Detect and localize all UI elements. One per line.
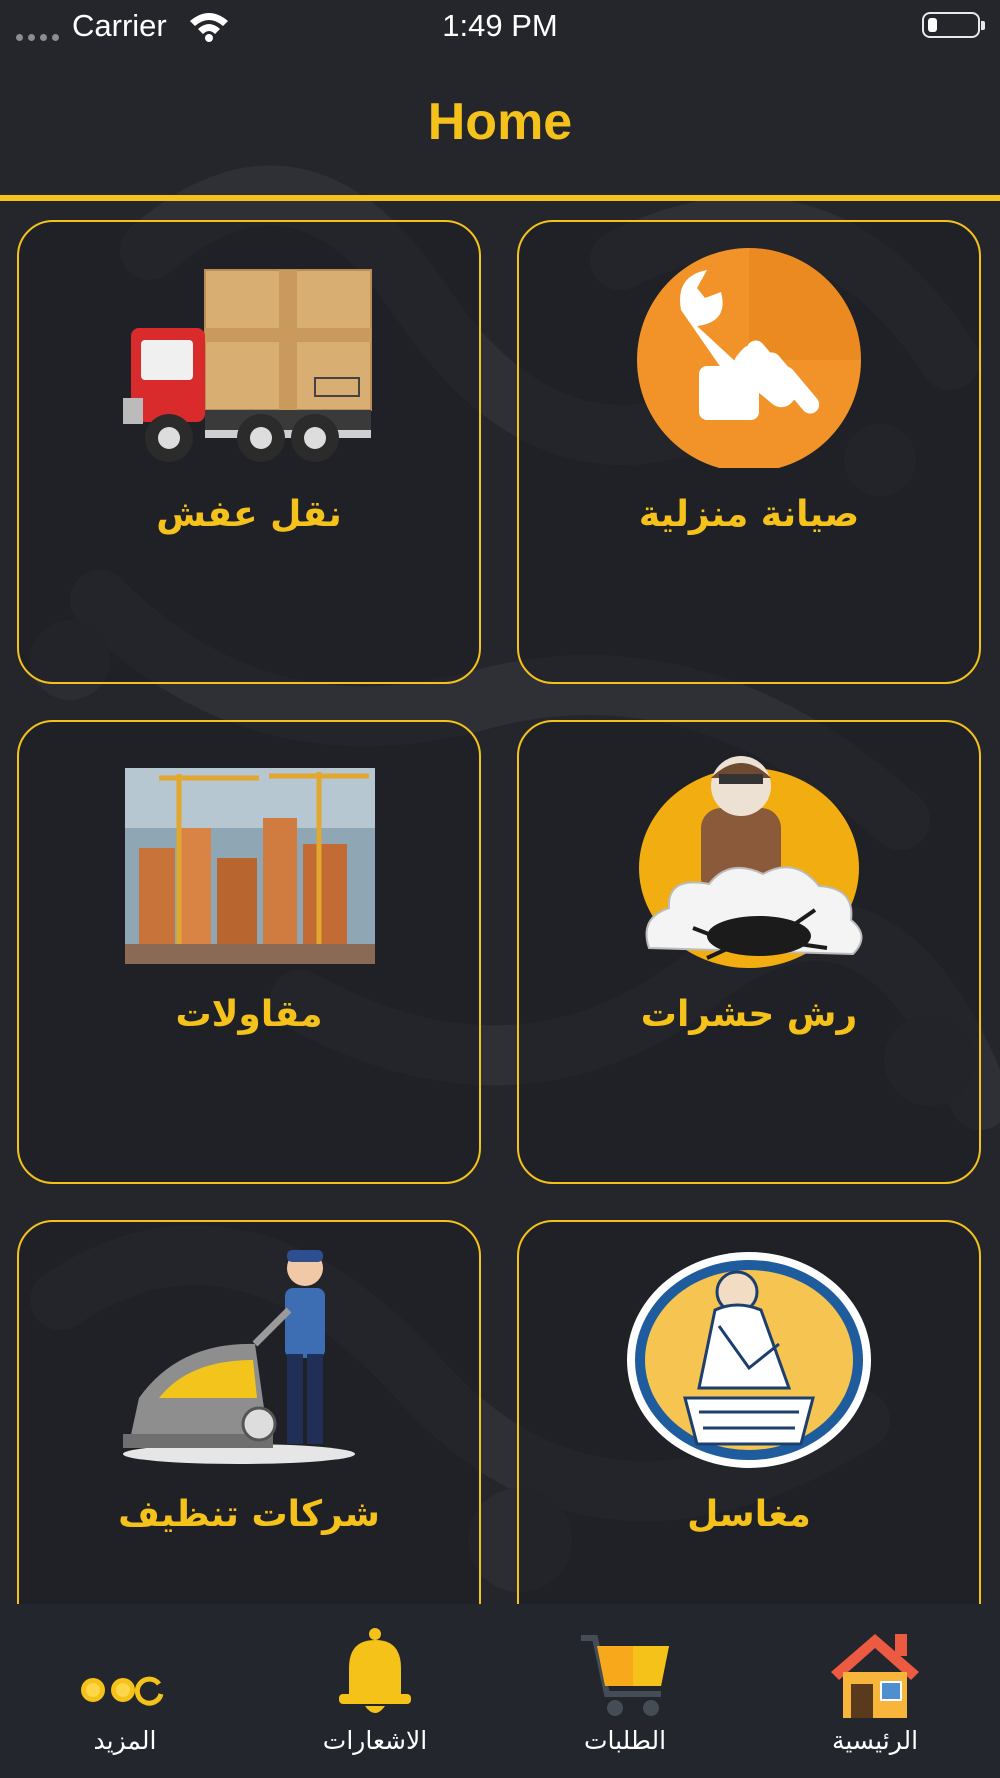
service-label: صيانة منزلية <box>638 494 860 535</box>
tab-label: الاشعارات <box>322 1726 428 1755</box>
laundry-icon <box>627 1252 871 1468</box>
service-card-contracting[interactable]: مقاولات <box>17 720 481 1184</box>
tab-label: المزيد <box>93 1726 157 1755</box>
bottom-tab-bar: الرئيسية الطلبات الاشعارات المزيد <box>0 1604 1000 1778</box>
cart-icon <box>581 1635 669 1716</box>
construction-icon <box>125 768 375 964</box>
pest-control-icon <box>639 756 863 968</box>
service-label: شركات تنظيف <box>118 1494 380 1535</box>
header-divider <box>0 195 1000 201</box>
cleaning-machine-icon <box>123 1250 355 1464</box>
services-grid: صيانة منزلية نقل عفش رش حشرات مقاولات مغ… <box>0 218 1000 1604</box>
home-icon <box>831 1634 919 1718</box>
tab-label: الطلبات <box>583 1726 667 1755</box>
tab-home[interactable]: الرئيسية <box>750 1604 1000 1778</box>
more-dots-icon <box>81 1676 164 1706</box>
service-card-furniture-moving[interactable]: نقل عفش <box>17 220 481 684</box>
service-label: رش حشرات <box>640 994 858 1035</box>
tab-more[interactable]: المزيد <box>0 1604 250 1778</box>
service-card-home-maintenance[interactable]: صيانة منزلية <box>517 220 981 684</box>
service-card-laundry[interactable]: مغاسل <box>517 1220 981 1604</box>
service-label: نقل عفش <box>156 494 342 535</box>
tab-orders[interactable]: الطلبات <box>500 1604 750 1778</box>
service-card-pest-control[interactable]: رش حشرات <box>517 720 981 1184</box>
tab-label: الرئيسية <box>831 1726 919 1755</box>
status-time: 1:49 PM <box>442 8 558 43</box>
battery-icon <box>922 12 985 38</box>
wrench-icon <box>637 248 861 468</box>
moving-truck-icon <box>123 269 372 462</box>
service-card-cleaning-companies[interactable]: شركات تنظيف <box>17 1220 481 1604</box>
service-label: مقاولات <box>175 994 323 1035</box>
page-title: Home <box>427 93 573 151</box>
service-label: مغاسل <box>687 1494 811 1535</box>
bell-icon <box>339 1628 411 1713</box>
status-bar: Carrier 1:49 PM <box>0 0 1000 54</box>
tab-notifications[interactable]: الاشعارات <box>250 1604 500 1778</box>
